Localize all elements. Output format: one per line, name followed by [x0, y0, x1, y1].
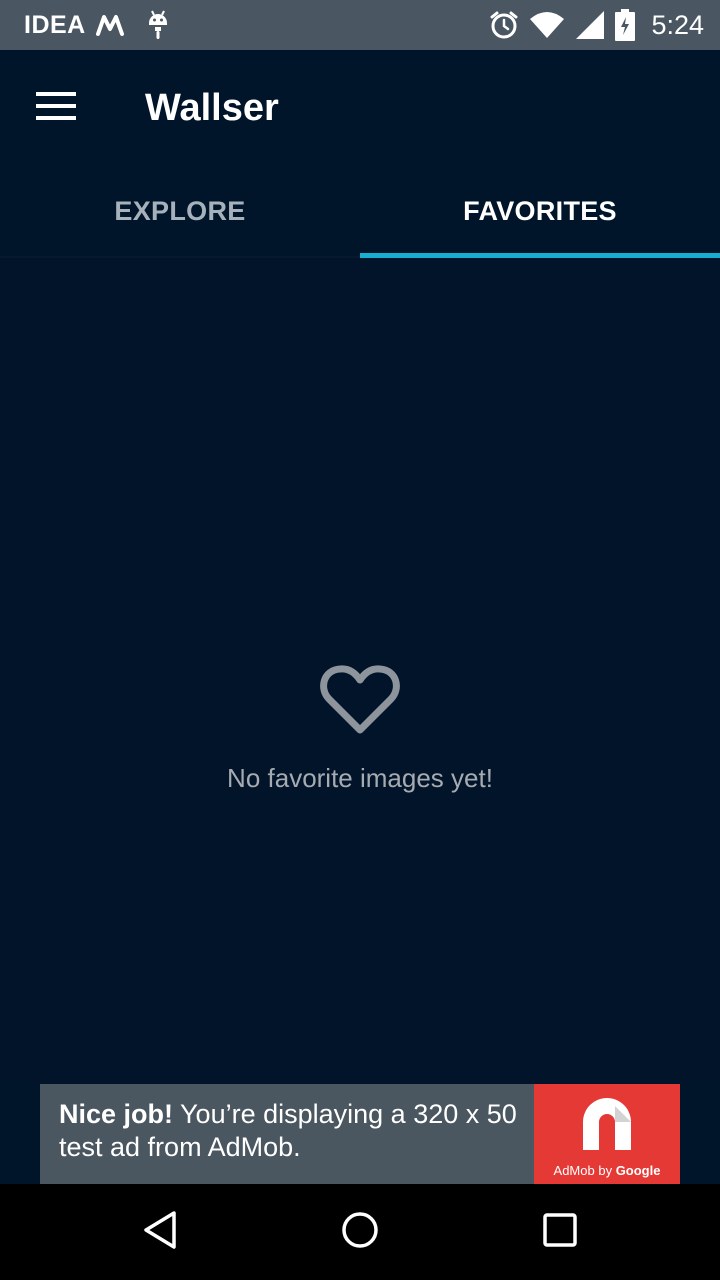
alarm-icon [489, 10, 519, 40]
ad-text: Nice job! You’re displaying a 320 x 50 t… [40, 1084, 534, 1184]
empty-state: No favorite images yet! [0, 662, 720, 794]
home-button[interactable] [300, 1184, 420, 1280]
admob-logo: AdMob by Google [534, 1084, 680, 1184]
home-icon [340, 1210, 380, 1255]
system-nav-bar [0, 1184, 720, 1280]
back-icon [142, 1210, 178, 1255]
admob-caption-brand: Google [615, 1163, 661, 1178]
tab-favorites-label: FAVORITES [463, 195, 617, 226]
status-right: 5:24 [489, 9, 704, 41]
app-bar: Wallser [0, 50, 720, 166]
android-debug-icon [146, 9, 170, 41]
admob-caption: AdMob by Google [554, 1163, 661, 1178]
status-time: 5:24 [651, 9, 704, 40]
recents-button[interactable] [500, 1184, 620, 1280]
ad-banner[interactable]: Nice job! You’re displaying a 320 x 50 t… [40, 1084, 680, 1184]
status-left: IDEA [24, 9, 170, 41]
hamburger-menu-icon [36, 91, 76, 125]
app-title: Wallser [145, 86, 279, 129]
tab-favorites[interactable]: FAVORITES [360, 166, 720, 258]
admob-caption-prefix: AdMob by [553, 1163, 616, 1178]
tab-explore[interactable]: EXPLORE [0, 166, 360, 256]
admob-icon [577, 1094, 637, 1155]
carrier-name: IDEA [24, 10, 86, 39]
signal-icon [575, 10, 605, 40]
recents-icon [542, 1212, 578, 1253]
empty-state-message: No favorite images yet! [227, 763, 493, 793]
wifi-icon [529, 11, 565, 39]
back-button[interactable] [100, 1184, 220, 1280]
m-logo-icon [95, 13, 128, 37]
heart-outline-icon [320, 662, 400, 741]
tab-explore-label: EXPLORE [114, 195, 246, 226]
tab-bar: EXPLORE FAVORITES [0, 166, 720, 258]
ad-headline: Nice job! [59, 1099, 174, 1129]
menu-button[interactable] [0, 50, 112, 166]
status-bar: IDEA 5:24 [0, 0, 720, 50]
battery-icon [615, 9, 636, 41]
favorites-content: No favorite images yet! [0, 258, 720, 1084]
